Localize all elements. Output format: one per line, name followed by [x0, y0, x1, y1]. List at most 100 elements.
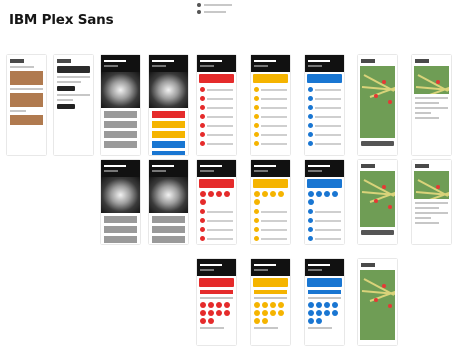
- info-bar: [152, 131, 185, 138]
- status-dot: [254, 218, 259, 223]
- venue-photo: [10, 71, 43, 85]
- status-dot: [308, 209, 313, 214]
- info-bar: [152, 226, 185, 233]
- status-dot: [200, 141, 205, 146]
- status-dot: [200, 114, 205, 119]
- list-item: [254, 114, 287, 119]
- category-circles: [254, 191, 287, 205]
- primary-button: [57, 86, 75, 91]
- list-item: [254, 209, 287, 214]
- screen-header: [197, 259, 236, 276]
- info-bar: [104, 121, 137, 128]
- info-bar: [152, 141, 185, 148]
- screen-r1c5: [197, 55, 236, 155]
- storm-radar-image: [101, 72, 140, 108]
- category-circles: [308, 191, 341, 205]
- list-item: [200, 141, 233, 146]
- screen-r2c6: [251, 160, 290, 244]
- status-dot: [308, 141, 313, 146]
- list-item: [200, 87, 233, 92]
- info-bar: [152, 236, 185, 243]
- list-item: [308, 141, 341, 146]
- status-dot: [308, 236, 313, 241]
- venue-photo: [10, 93, 43, 107]
- list-item: [200, 105, 233, 110]
- map-pin: [374, 298, 378, 302]
- info-bar: [104, 236, 137, 243]
- status-dot: [308, 227, 313, 232]
- list-item: [200, 227, 233, 232]
- category-circles: [254, 302, 287, 324]
- screen-r3c7: [305, 259, 344, 345]
- info-bar: [104, 226, 137, 233]
- map-button: [361, 230, 394, 235]
- alert-banner: [253, 74, 288, 83]
- storm-radar-image: [149, 177, 188, 213]
- status-dot: [200, 236, 205, 241]
- alert-banner: [199, 278, 234, 287]
- screen-header: [251, 259, 290, 276]
- list-item: [254, 105, 287, 110]
- screen-r3c8: [358, 259, 397, 345]
- status-dot: [200, 87, 205, 92]
- list-item: [254, 236, 287, 241]
- status-dot: [200, 105, 205, 110]
- screen-header: [197, 160, 236, 177]
- alert-banner: [307, 74, 342, 83]
- info-bar: [104, 216, 137, 223]
- status-dot: [308, 123, 313, 128]
- status-dot: [200, 123, 205, 128]
- screen-header: [305, 55, 344, 72]
- secondary-button: [57, 104, 75, 109]
- info-bar: [104, 131, 137, 138]
- map-pin: [374, 199, 378, 203]
- list-item: [254, 96, 287, 101]
- screen-r1c7: [305, 55, 344, 155]
- screen-header: [149, 160, 188, 177]
- screen-header: [197, 55, 236, 72]
- screen-r2c7: [305, 160, 344, 244]
- list-item: [200, 209, 233, 214]
- screen-r2c9: [412, 160, 451, 244]
- screen-r2c4: [149, 160, 188, 244]
- storm-radar-image: [101, 177, 140, 213]
- list-item: [200, 96, 233, 101]
- status-dot: [254, 132, 259, 137]
- page-title: IBM Plex Sans: [9, 12, 114, 28]
- app-logo: [361, 164, 375, 168]
- category-circles: [200, 302, 233, 324]
- map-pin: [388, 205, 392, 209]
- list-item: [308, 114, 341, 119]
- map-pin: [382, 80, 386, 84]
- screen-r1c3: [101, 55, 140, 155]
- map-view: [360, 66, 395, 138]
- status-dot: [254, 87, 259, 92]
- alert-banner: [253, 179, 288, 188]
- alert-banner: [199, 74, 234, 83]
- alert-banner: [199, 179, 234, 188]
- map-pin: [388, 304, 392, 308]
- info-bar: [152, 121, 185, 128]
- list-item: [200, 123, 233, 128]
- list-item: [200, 218, 233, 223]
- screen-r2c3: [101, 160, 140, 244]
- info-bar: [104, 111, 137, 118]
- map-view: [414, 171, 449, 199]
- list-item: [308, 236, 341, 241]
- list-item: [254, 132, 287, 137]
- list-item: [254, 87, 287, 92]
- list-item: [254, 141, 287, 146]
- screen-r1c6: [251, 55, 290, 155]
- venue-photo: [10, 115, 43, 125]
- screen-header: [251, 55, 290, 72]
- info-bar: [152, 111, 185, 118]
- map-view: [414, 66, 449, 94]
- map-pin: [382, 185, 386, 189]
- screen-header: [305, 259, 344, 276]
- screen-r1c1: [7, 55, 46, 155]
- info-bar: [104, 141, 137, 148]
- list-item: [200, 236, 233, 241]
- list-item: [200, 114, 233, 119]
- screen-r2c8: [358, 160, 397, 244]
- status-dot: [308, 218, 313, 223]
